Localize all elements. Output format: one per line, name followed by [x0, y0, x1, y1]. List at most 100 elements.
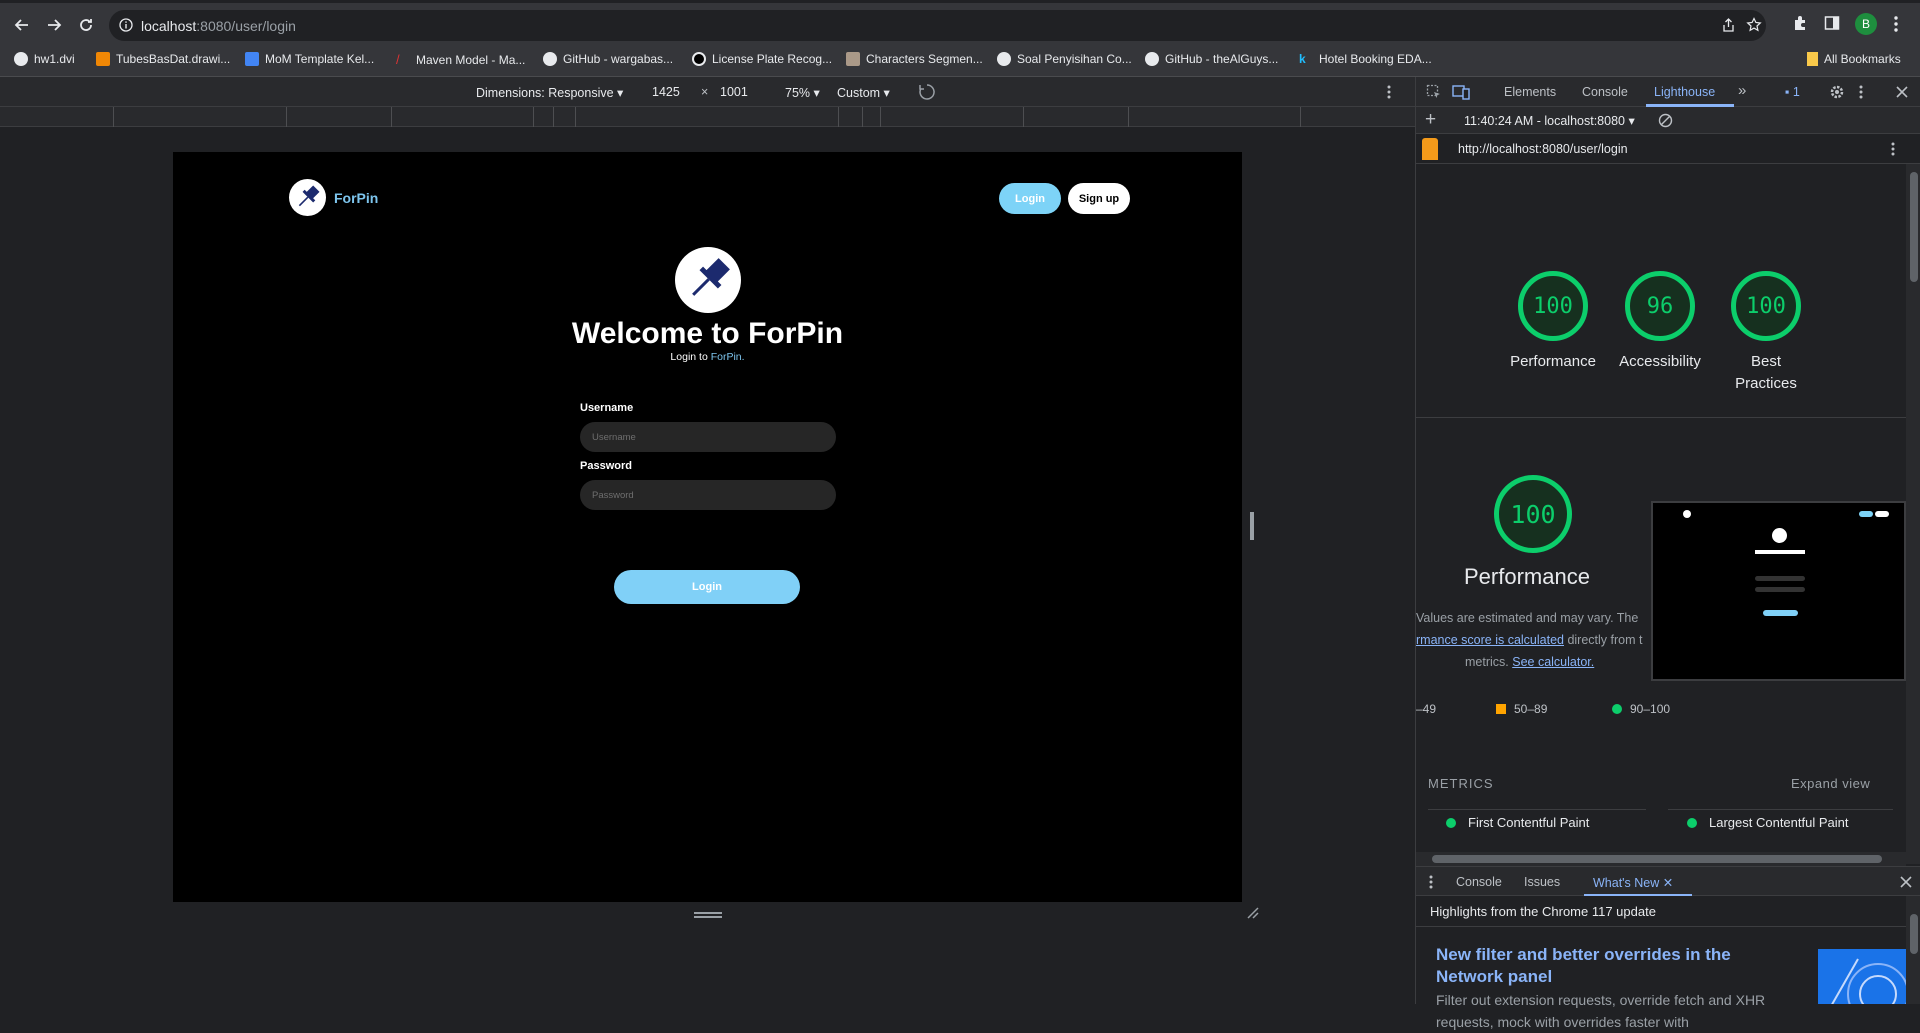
drawer-tab-issues[interactable]: Issues: [1524, 875, 1560, 889]
width-input[interactable]: 1425: [652, 85, 680, 99]
throttle-select[interactable]: Custom ▾: [837, 85, 890, 100]
bookmark-item[interactable]: GitHub - theAlGuys...: [1145, 52, 1278, 66]
bookmark-label: hw1.dvi: [34, 52, 75, 66]
expand-view-toggle[interactable]: Expand view: [1791, 776, 1870, 791]
more-tabs-icon[interactable]: »: [1738, 82, 1746, 99]
news-title-link[interactable]: New filter and better overrides in the N…: [1436, 944, 1766, 988]
bookmark-item[interactable]: k Hotel Booking EDA...: [1299, 52, 1432, 66]
close-tab-icon[interactable]: ✕: [1663, 876, 1673, 890]
bookmark-item[interactable]: Characters Segmen...: [846, 52, 983, 66]
thumb-title: [1755, 550, 1805, 554]
browser-menu-icon[interactable]: [1893, 15, 1899, 33]
score-gauge-best-practices[interactable]: 100 Best Practices: [1711, 271, 1821, 395]
share-icon[interactable]: [1721, 18, 1736, 33]
drawer-menu-icon[interactable]: [1428, 874, 1434, 890]
score-calculation-link[interactable]: rmance score is calculated: [1416, 633, 1564, 647]
tab-elements[interactable]: Elements: [1504, 85, 1556, 99]
bookmark-item[interactable]: TubesBasDat.drawi...: [96, 52, 230, 66]
back-button[interactable]: [10, 13, 34, 37]
height-input[interactable]: 1001: [720, 85, 748, 99]
drawer-tab-whats-new[interactable]: What's New ✕: [1593, 875, 1673, 890]
bottom-resize-handle[interactable]: [694, 912, 722, 918]
tab-label: What's New: [1593, 876, 1660, 890]
device-toolbar: Dimensions: Responsive ▾ 1425 × 1001 75%…: [0, 77, 1415, 107]
zoom-select[interactable]: 75% ▾: [785, 85, 820, 100]
devtools-menu-icon[interactable]: [1858, 84, 1864, 100]
divider: [1416, 926, 1906, 927]
forpin-logo[interactable]: [289, 179, 326, 216]
bookmark-item[interactable]: Soal Penyisihan Co...: [997, 52, 1132, 66]
close-devtools-icon[interactable]: [1896, 86, 1908, 98]
password-input[interactable]: [580, 480, 836, 510]
bookmark-item[interactable]: hw1.dvi: [14, 52, 75, 66]
all-bookmarks-button[interactable]: All Bookmarks: [1807, 52, 1901, 66]
reload-button[interactable]: [74, 13, 98, 37]
report-url: http://localhost:8080/user/login: [1458, 142, 1628, 156]
bookmark-item[interactable]: GitHub - wargabas...: [543, 52, 673, 66]
more-options-icon[interactable]: [1386, 84, 1392, 100]
brand-name[interactable]: ForPin: [334, 190, 378, 206]
zoom-label: 75%: [785, 86, 811, 100]
report-menu-icon[interactable]: [1890, 141, 1896, 157]
bookmark-item[interactable]: MoM Template Kel...: [245, 52, 374, 66]
bookmark-item[interactable]: License Plate Recog...: [692, 52, 832, 66]
drawer-scrollbar[interactable]: [1906, 896, 1920, 1004]
nav-login-button[interactable]: Login: [999, 183, 1061, 214]
dimensions-select[interactable]: Dimensions: Responsive ▾: [476, 85, 623, 100]
drawer-tabbar: Console Issues What's New ✕: [1416, 866, 1920, 897]
bookmark-label: GitHub - wargabas...: [563, 52, 674, 66]
see-calculator-link[interactable]: See calculator.: [1512, 655, 1594, 669]
tab-lighthouse[interactable]: Lighthouse: [1654, 85, 1715, 99]
feather-icon: /: [396, 52, 400, 67]
scroll-thumb[interactable]: [1910, 914, 1918, 954]
page-screenshot-thumbnail[interactable]: [1651, 501, 1906, 681]
info-icon[interactable]: [119, 18, 133, 32]
bookmark-star-icon[interactable]: [1746, 17, 1762, 33]
forward-button[interactable]: [42, 13, 66, 37]
profile-avatar[interactable]: B: [1855, 13, 1877, 35]
drawer-tab-console[interactable]: Console: [1456, 875, 1502, 889]
settings-gear-icon[interactable]: [1829, 84, 1845, 100]
score-note-line3: metrics. See calculator.: [1465, 655, 1594, 669]
right-resize-handle[interactable]: [1250, 512, 1254, 540]
score-gauge-performance[interactable]: 100 Performance: [1498, 271, 1608, 373]
report-vertical-scrollbar[interactable]: [1906, 164, 1920, 864]
report-horizontal-scrollbar[interactable]: [1416, 852, 1906, 866]
divider: [1416, 417, 1906, 418]
globe-icon: [14, 52, 28, 66]
login-submit-button[interactable]: Login: [614, 570, 800, 604]
close-drawer-icon[interactable]: [1900, 876, 1912, 888]
nav-signup-button[interactable]: Sign up: [1068, 183, 1130, 214]
score-note-text: directly from t: [1563, 633, 1643, 647]
tab-console[interactable]: Console: [1582, 85, 1628, 99]
corner-resize-icon[interactable]: [1246, 906, 1260, 920]
issues-icon: ▪: [1785, 85, 1793, 99]
image-thumb-icon: [846, 52, 860, 66]
rotate-icon[interactable]: [918, 83, 936, 101]
side-panel-icon[interactable]: [1824, 15, 1840, 31]
bookmark-item[interactable]: / Maven Model - Ma...: [396, 52, 525, 67]
legend-fail: –49: [1416, 702, 1436, 716]
lighthouse-report: 100 Performance 96 Accessibility 100 Bes…: [1416, 164, 1906, 852]
bookmark-label: TubesBasDat.drawi...: [116, 52, 231, 66]
scroll-thumb[interactable]: [1432, 855, 1882, 863]
times-glyph: ×: [701, 85, 709, 99]
clear-block-icon[interactable]: [1658, 113, 1673, 128]
metric-fcp: First Contentful Paint: [1446, 815, 1589, 830]
extensions-puzzle-icon[interactable]: [1792, 15, 1808, 31]
bookmark-label: Maven Model - Ma...: [416, 52, 526, 67]
ruler-tick: [880, 107, 881, 127]
device-toggle-icon[interactable]: [1452, 84, 1470, 100]
score-gauge-accessibility[interactable]: 96 Accessibility: [1605, 271, 1715, 373]
media-query-ruler[interactable]: [0, 107, 1415, 127]
scroll-thumb[interactable]: [1910, 172, 1918, 282]
divider: [1428, 809, 1646, 810]
username-input[interactable]: [580, 422, 836, 452]
docs-icon: [245, 52, 259, 66]
issues-badge[interactable]: ▪ 1: [1785, 85, 1800, 99]
inspect-element-icon[interactable]: [1426, 84, 1442, 100]
bookmark-label: Soal Penyisihan Co...: [1017, 52, 1132, 66]
new-report-plus-icon[interactable]: +: [1425, 109, 1436, 131]
report-select[interactable]: 11:40:24 AM - localhost:8080 ▾: [1464, 113, 1635, 128]
address-bar[interactable]: localhost:8080/user/login: [109, 10, 1766, 41]
